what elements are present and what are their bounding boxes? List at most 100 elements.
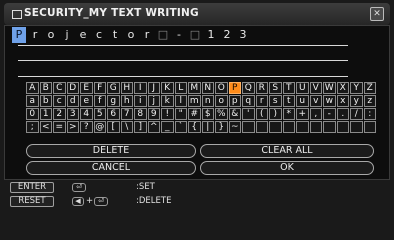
key[interactable] (296, 121, 309, 133)
clear-all-button[interactable]: CLEAR ALL (200, 144, 374, 158)
key[interactable]: E (80, 82, 93, 94)
key[interactable]: A (26, 82, 39, 94)
key[interactable]: J (147, 82, 160, 94)
key[interactable] (323, 121, 336, 133)
key[interactable]: a (26, 95, 39, 107)
ok-button[interactable]: OK (200, 161, 374, 175)
key[interactable]: D (66, 82, 79, 94)
key[interactable]: > (66, 121, 79, 133)
close-icon[interactable]: ✕ (370, 7, 384, 21)
key[interactable]: [ (107, 121, 120, 133)
key[interactable]: V (309, 82, 322, 94)
key[interactable] (255, 121, 268, 133)
key[interactable]: 8 (134, 108, 147, 120)
key[interactable]: N (201, 82, 214, 94)
key[interactable]: I (134, 82, 147, 94)
key[interactable]: p (228, 95, 241, 107)
key[interactable]: z (363, 95, 376, 107)
key[interactable]: h (120, 95, 133, 107)
key[interactable]: ; (26, 121, 39, 133)
key[interactable]: _ (161, 121, 174, 133)
key[interactable]: 9 (147, 108, 160, 120)
key[interactable]: y (350, 95, 363, 107)
key[interactable]: X (336, 82, 349, 94)
key[interactable]: * (282, 108, 295, 120)
key[interactable] (309, 121, 322, 133)
key[interactable]: - (323, 108, 336, 120)
key[interactable]: \ (120, 121, 133, 133)
key[interactable] (336, 121, 349, 133)
key[interactable]: 2 (53, 108, 66, 120)
key[interactable]: l (174, 95, 187, 107)
key[interactable]: R (255, 82, 268, 94)
key[interactable]: 3 (66, 108, 79, 120)
key[interactable]: ` (174, 121, 187, 133)
key[interactable]: d (66, 95, 79, 107)
key[interactable]: P (228, 82, 241, 94)
key[interactable]: { (188, 121, 201, 133)
key[interactable]: m (188, 95, 201, 107)
key[interactable]: S (269, 82, 282, 94)
key[interactable] (350, 121, 363, 133)
key[interactable]: r (255, 95, 268, 107)
text-entry-field[interactable]: Pr o j e c t o r □ - □ 1 2 3 (12, 27, 250, 43)
key[interactable]: : (363, 108, 376, 120)
key[interactable]: 1 (39, 108, 52, 120)
delete-button[interactable]: DELETE (26, 144, 196, 158)
key[interactable]: " (174, 108, 187, 120)
key[interactable]: T (282, 82, 295, 94)
key[interactable]: & (228, 108, 241, 120)
key[interactable]: Q (242, 82, 255, 94)
key[interactable]: + (296, 108, 309, 120)
key[interactable] (269, 121, 282, 133)
key[interactable]: % (215, 108, 228, 120)
key[interactable]: 0 (26, 108, 39, 120)
key[interactable]: k (161, 95, 174, 107)
key[interactable]: Z (363, 82, 376, 94)
key[interactable]: $ (201, 108, 214, 120)
key[interactable]: f (93, 95, 106, 107)
key[interactable]: W (323, 82, 336, 94)
key[interactable]: L (174, 82, 187, 94)
key[interactable]: x (336, 95, 349, 107)
key[interactable]: M (188, 82, 201, 94)
key[interactable]: U (296, 82, 309, 94)
key[interactable] (242, 121, 255, 133)
key[interactable]: 7 (120, 108, 133, 120)
key[interactable]: # (188, 108, 201, 120)
key[interactable]: . (336, 108, 349, 120)
key[interactable] (363, 121, 376, 133)
key[interactable]: n (201, 95, 214, 107)
key[interactable]: = (53, 121, 66, 133)
key[interactable]: ( (255, 108, 268, 120)
key[interactable]: j (147, 95, 160, 107)
key[interactable]: b (39, 95, 52, 107)
key[interactable]: ~ (228, 121, 241, 133)
key[interactable]: K (161, 82, 174, 94)
key[interactable]: w (323, 95, 336, 107)
key[interactable]: 5 (93, 108, 106, 120)
key[interactable]: } (215, 121, 228, 133)
key[interactable]: B (39, 82, 52, 94)
key[interactable]: c (53, 95, 66, 107)
key[interactable]: F (93, 82, 106, 94)
key[interactable]: H (120, 82, 133, 94)
key[interactable]: ! (161, 108, 174, 120)
key[interactable]: @ (93, 121, 106, 133)
key[interactable]: ^ (147, 121, 160, 133)
key[interactable]: < (39, 121, 52, 133)
key[interactable]: ) (269, 108, 282, 120)
key[interactable]: ? (80, 121, 93, 133)
key[interactable]: u (296, 95, 309, 107)
key[interactable]: e (80, 95, 93, 107)
key[interactable]: g (107, 95, 120, 107)
key[interactable]: Y (350, 82, 363, 94)
key[interactable]: O (215, 82, 228, 94)
key[interactable]: o (215, 95, 228, 107)
key[interactable]: t (282, 95, 295, 107)
key[interactable]: ' (242, 108, 255, 120)
key[interactable]: 6 (107, 108, 120, 120)
key[interactable]: v (309, 95, 322, 107)
key[interactable]: C (53, 82, 66, 94)
key[interactable]: i (134, 95, 147, 107)
